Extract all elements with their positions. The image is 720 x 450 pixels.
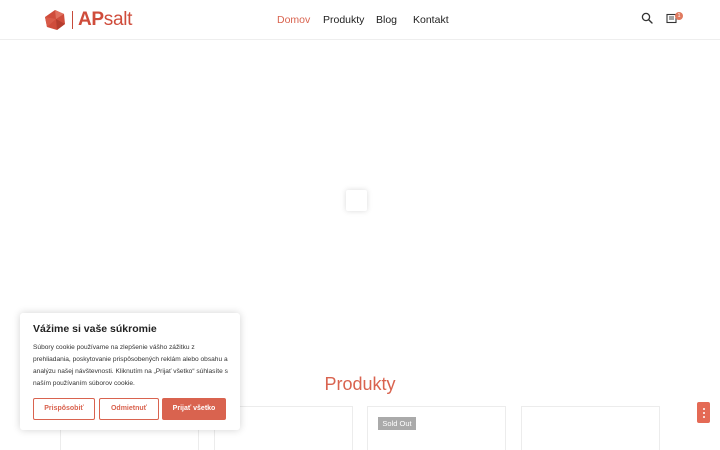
sold-out-badge: Sold Out	[378, 417, 416, 430]
product-card[interactable]	[521, 406, 660, 450]
page: APsalt Domov Produkty Blog Kontakt 1 Pro…	[0, 0, 720, 450]
logo-divider	[72, 11, 73, 29]
dot-icon	[702, 407, 705, 410]
cookie-title: Vážime si vaše súkromie	[33, 323, 157, 335]
nav-item-produkty[interactable]: Produkty	[323, 12, 364, 28]
nav-item-domov[interactable]: Domov	[277, 12, 310, 28]
search-icon[interactable]	[641, 12, 653, 24]
dot-icon	[702, 411, 705, 414]
side-menu-tab[interactable]	[697, 402, 710, 423]
logo-text: APsalt	[78, 9, 133, 30]
logo[interactable]: APsalt	[44, 8, 132, 32]
nav-item-blog[interactable]: Blog	[376, 12, 397, 28]
cart-count-badge: 1	[675, 12, 683, 20]
cookie-banner: Vážime si vaše súkromie Súbory cookie po…	[20, 313, 240, 430]
customize-button[interactable]: Prispôsobiť	[33, 398, 95, 420]
site-header: APsalt Domov Produkty Blog Kontakt 1	[0, 0, 720, 40]
reject-button[interactable]: Odmietnuť	[99, 398, 159, 420]
nav-item-kontakt[interactable]: Kontakt	[413, 12, 449, 28]
accept-all-button[interactable]: Prijať všetko	[162, 398, 226, 420]
dot-icon	[702, 415, 705, 418]
cookie-text: Súbory cookie používame na zlepšenie váš…	[33, 344, 228, 387]
hero-loader	[346, 190, 367, 211]
logo-icon	[45, 10, 65, 30]
